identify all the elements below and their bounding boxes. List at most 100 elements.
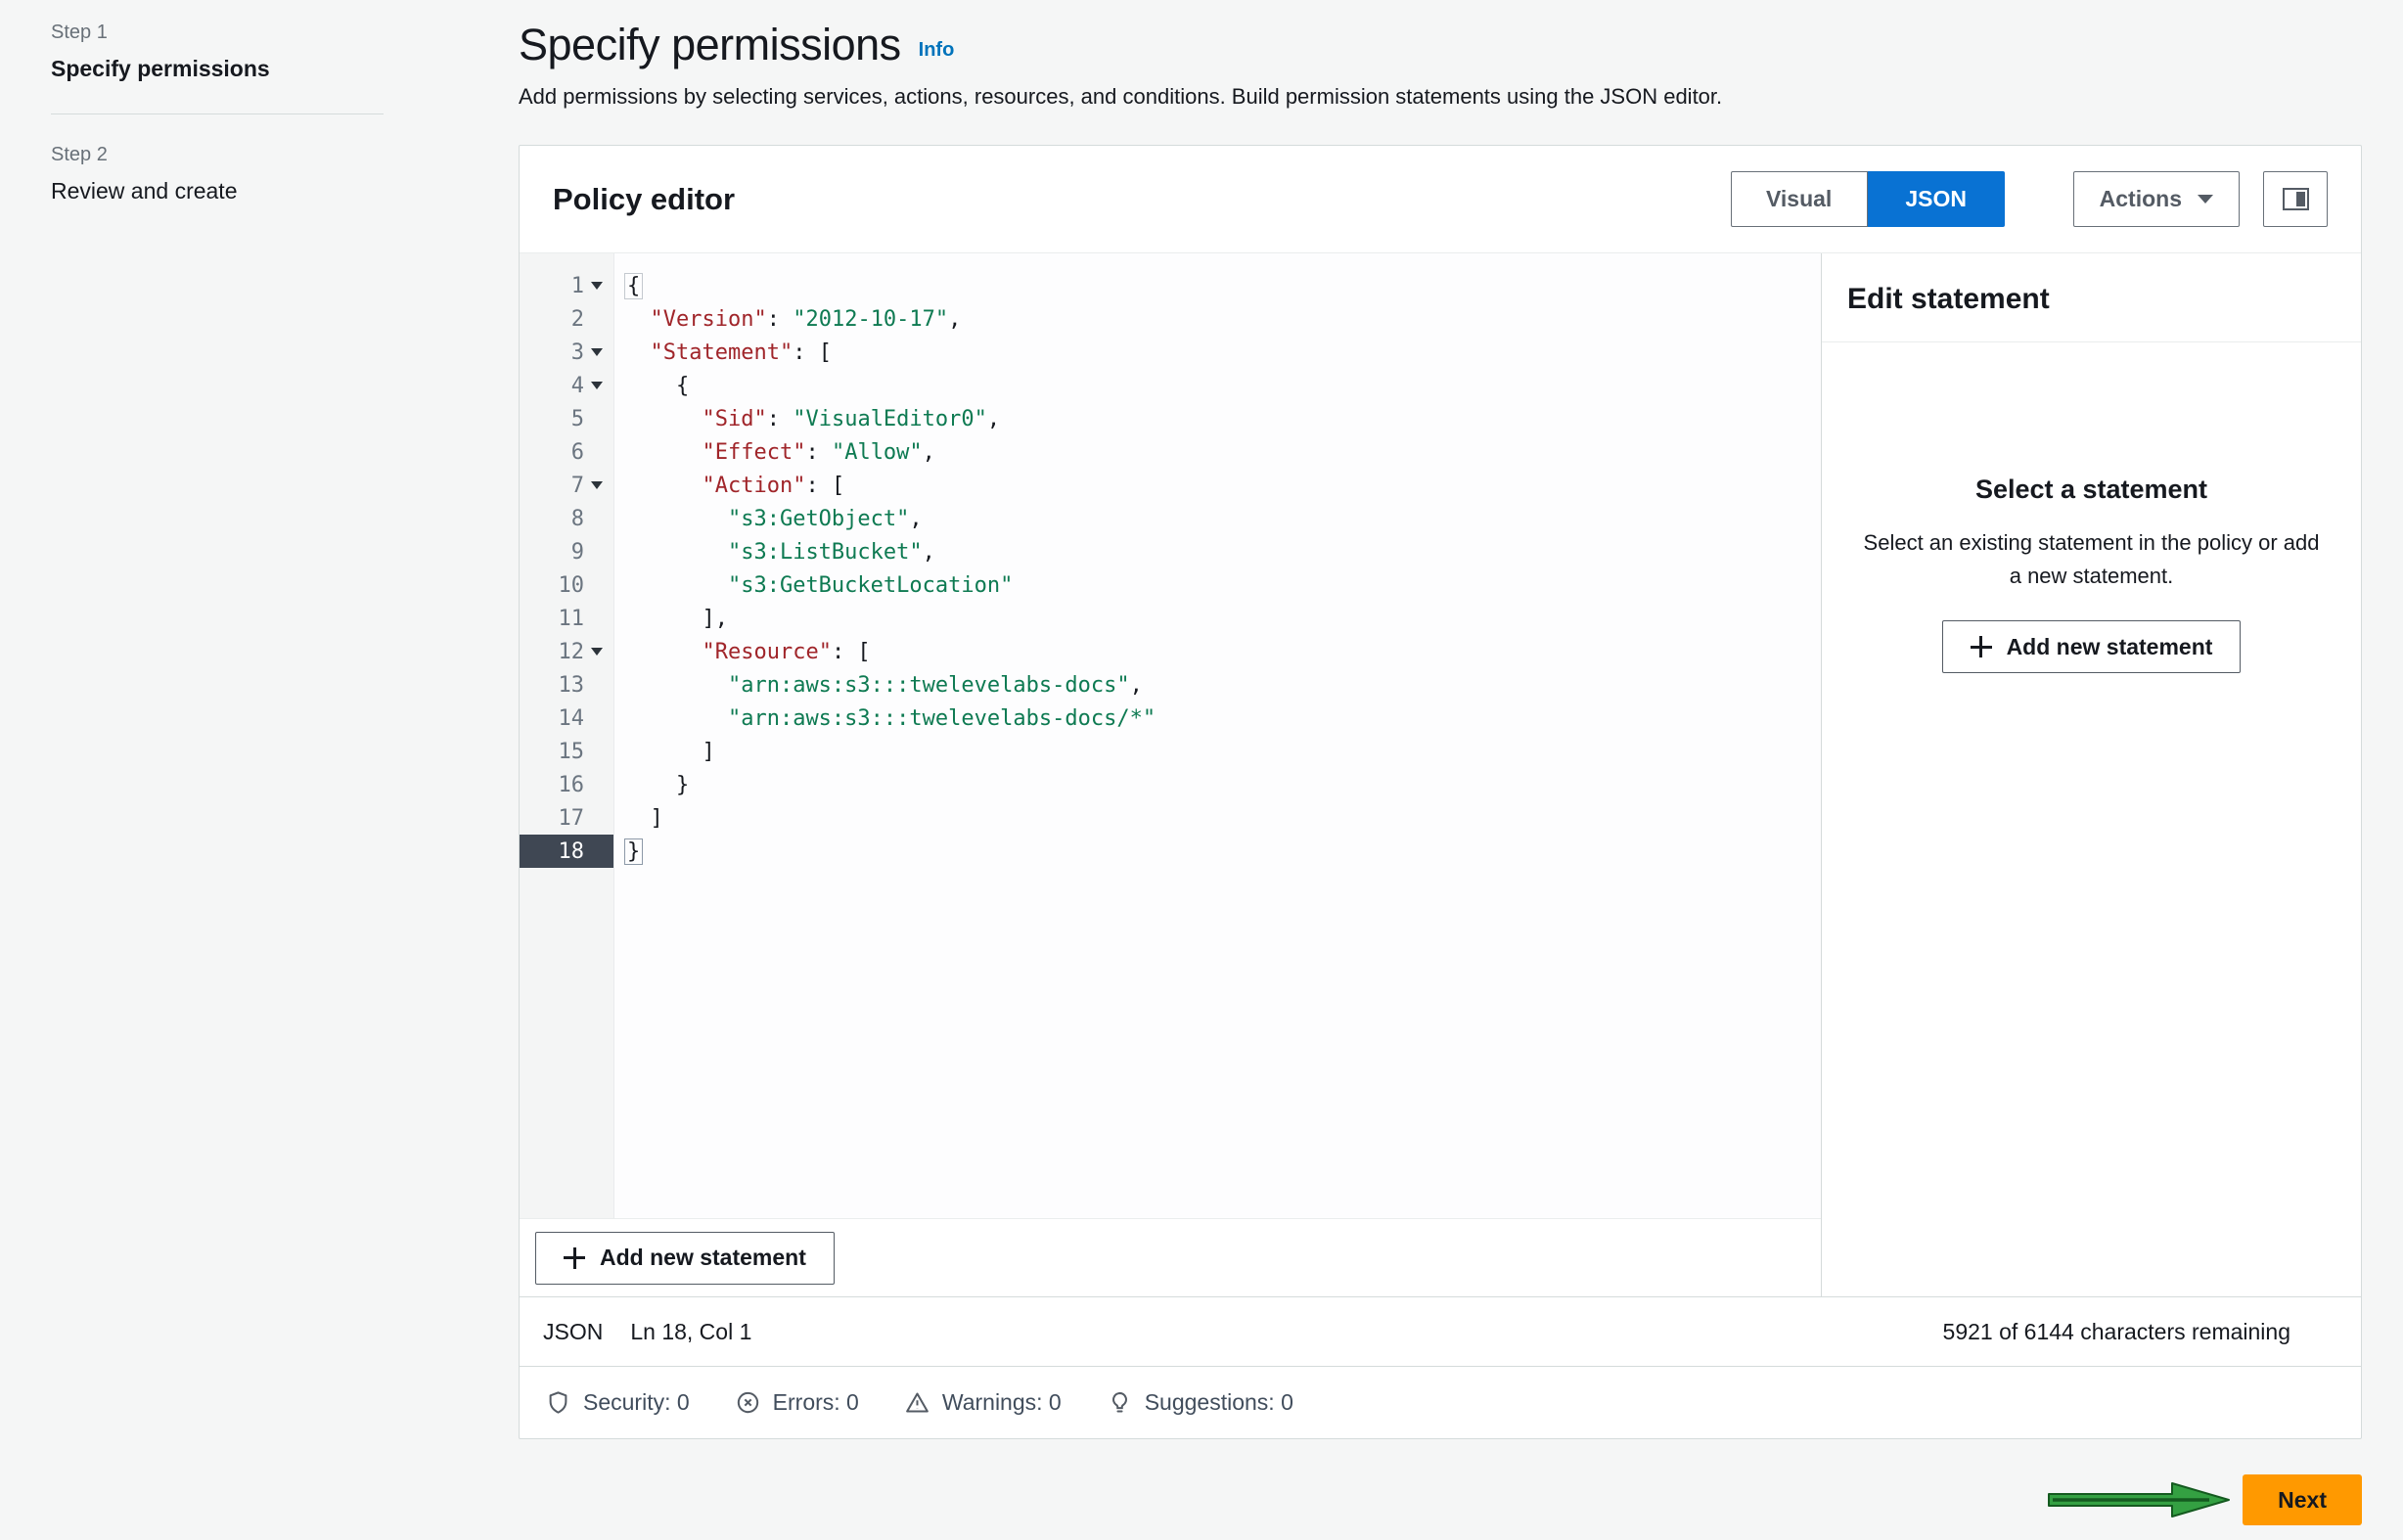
add-statement-row: Add new statement	[520, 1218, 1821, 1296]
editor-controls: Visual JSON Actions	[1731, 171, 2328, 227]
gutter-line-1[interactable]: 1	[520, 269, 613, 302]
edit-statement-content: Select a statement Select an existing st…	[1822, 342, 2361, 673]
gutter-line-5[interactable]: 5	[520, 402, 613, 435]
gutter-line-3[interactable]: 3	[520, 336, 613, 369]
plus-icon	[1971, 636, 1992, 657]
fold-arrow-icon[interactable]	[591, 481, 603, 489]
editor-code: { "Version": "2012-10-17", "Statement": …	[614, 253, 1821, 1218]
code-line-1[interactable]: {	[614, 269, 1821, 302]
visual-tab[interactable]: Visual	[1731, 171, 1868, 227]
annotation-arrow	[2047, 1477, 2233, 1522]
code-line-17[interactable]: ]	[614, 801, 1821, 835]
code-line-8[interactable]: "s3:GetObject",	[614, 502, 1821, 535]
policy-editor-card: Policy editor Visual JSON Actions 123456…	[519, 145, 2362, 1439]
editor-mode-toggle: Visual JSON	[1731, 171, 2005, 227]
actions-dropdown-label: Actions	[2100, 186, 2182, 212]
step1-title[interactable]: Specify permissions	[51, 56, 384, 82]
fold-arrow-icon[interactable]	[591, 382, 603, 389]
add-new-statement-label: Add new statement	[600, 1245, 806, 1271]
code-line-16[interactable]: }	[614, 768, 1821, 801]
gutter-line-10[interactable]: 10	[520, 568, 613, 602]
code-line-13[interactable]: "arn:aws:s3:::twelevelabs-docs",	[614, 668, 1821, 702]
panel-add-new-statement-label: Add new statement	[2007, 634, 2213, 660]
fold-arrow-icon[interactable]	[591, 282, 603, 290]
add-new-statement-button[interactable]: Add new statement	[535, 1232, 835, 1285]
wizard-steps-nav: Step 1 Specify permissions Step 2 Review…	[51, 22, 384, 204]
gutter-line-15[interactable]: 15	[520, 735, 613, 768]
select-statement-description: Select an existing statement in the poli…	[1862, 526, 2322, 593]
gutter-line-11[interactable]: 11	[520, 602, 613, 635]
code-line-3[interactable]: "Statement": [	[614, 336, 1821, 369]
json-editor[interactable]: 123456789101112131415161718 { "Version":…	[520, 253, 1821, 1218]
characters-remaining: 5921 of 6144 characters remaining	[1943, 1319, 2290, 1345]
step2-label: Step 2	[51, 144, 384, 166]
gutter-line-12[interactable]: 12	[520, 635, 613, 668]
code-line-12[interactable]: "Resource": [	[614, 635, 1821, 668]
code-line-10[interactable]: "s3:GetBucketLocation"	[614, 568, 1821, 602]
gutter-line-9[interactable]: 9	[520, 535, 613, 568]
error-icon	[735, 1389, 761, 1416]
gutter-line-8[interactable]: 8	[520, 502, 613, 535]
next-button[interactable]: Next	[2243, 1474, 2362, 1525]
steps-divider	[51, 113, 384, 114]
page-description: Add permissions by selecting services, a…	[519, 84, 2362, 110]
problem-suggestion[interactable]: Suggestions: 0	[1107, 1389, 1293, 1416]
problem-label: Errors: 0	[773, 1389, 859, 1416]
editor-status-bar: JSON Ln 18, Col 1 5921 of 6144 character…	[520, 1296, 2361, 1366]
actions-dropdown-button[interactable]: Actions	[2073, 171, 2240, 227]
gutter-line-16[interactable]: 16	[520, 768, 613, 801]
code-line-6[interactable]: "Effect": "Allow",	[614, 435, 1821, 469]
code-line-18[interactable]: }	[614, 835, 1821, 868]
problem-error[interactable]: Errors: 0	[735, 1389, 859, 1416]
main-content: Specify permissions Info Add permissions…	[519, 0, 2362, 1525]
editor-left-column: 123456789101112131415161718 { "Version":…	[520, 253, 1821, 1296]
gutter-line-2[interactable]: 2	[520, 302, 613, 336]
cursor-position: Ln 18, Col 1	[630, 1319, 751, 1345]
page-header: Specify permissions Info	[519, 20, 2362, 70]
code-line-9[interactable]: "s3:ListBucket",	[614, 535, 1821, 568]
policy-editor-header: Policy editor Visual JSON Actions	[520, 146, 2361, 253]
fold-arrow-icon[interactable]	[591, 648, 603, 656]
code-line-14[interactable]: "arn:aws:s3:::twelevelabs-docs/*"	[614, 702, 1821, 735]
gutter-line-4[interactable]: 4	[520, 369, 613, 402]
gutter-line-6[interactable]: 6	[520, 435, 613, 469]
gutter-line-13[interactable]: 13	[520, 668, 613, 702]
problem-warning[interactable]: Warnings: 0	[904, 1389, 1062, 1416]
edit-statement-title: Edit statement	[1822, 253, 2361, 342]
code-line-4[interactable]: {	[614, 369, 1821, 402]
edit-statement-panel: Edit statement Select a statement Select…	[1821, 253, 2361, 1296]
code-line-2[interactable]: "Version": "2012-10-17",	[614, 302, 1821, 336]
gutter-line-7[interactable]: 7	[520, 469, 613, 502]
editor-problems-bar: Security: 0 Errors: 0 Warnings: 0 Suggestio…	[520, 1366, 2361, 1438]
gutter-line-17[interactable]: 17	[520, 801, 613, 835]
problem-label: Security: 0	[583, 1389, 690, 1416]
code-line-7[interactable]: "Action": [	[614, 469, 1821, 502]
code-line-5[interactable]: "Sid": "VisualEditor0",	[614, 402, 1821, 435]
select-statement-heading: Select a statement	[1857, 475, 2326, 505]
expand-panel-icon	[2283, 188, 2309, 210]
gutter-line-14[interactable]: 14	[520, 702, 613, 735]
step1-label: Step 1	[51, 22, 384, 44]
problem-shield[interactable]: Security: 0	[545, 1389, 690, 1416]
editor-body: 123456789101112131415161718 { "Version":…	[520, 253, 2361, 1296]
policy-editor-title: Policy editor	[553, 182, 735, 217]
expand-editor-button[interactable]	[2263, 171, 2328, 227]
info-link[interactable]: Info	[919, 39, 955, 70]
suggestion-icon	[1107, 1389, 1133, 1416]
editor-gutter: 123456789101112131415161718	[520, 253, 614, 1218]
editor-mode-indicator: JSON	[543, 1319, 603, 1345]
step2-title[interactable]: Review and create	[51, 178, 384, 204]
shield-icon	[545, 1389, 571, 1416]
status-left: JSON Ln 18, Col 1	[543, 1319, 751, 1345]
fold-arrow-icon[interactable]	[591, 348, 603, 356]
plus-icon	[564, 1247, 585, 1269]
json-tab[interactable]: JSON	[1868, 171, 2005, 227]
wizard-footer: Next	[519, 1474, 2362, 1525]
gutter-line-18[interactable]: 18	[520, 835, 613, 868]
chevron-down-icon	[2198, 195, 2213, 204]
warning-icon	[904, 1389, 930, 1416]
code-line-15[interactable]: ]	[614, 735, 1821, 768]
panel-add-new-statement-button[interactable]: Add new statement	[1942, 620, 2242, 673]
problem-label: Suggestions: 0	[1145, 1389, 1293, 1416]
code-line-11[interactable]: ],	[614, 602, 1821, 635]
